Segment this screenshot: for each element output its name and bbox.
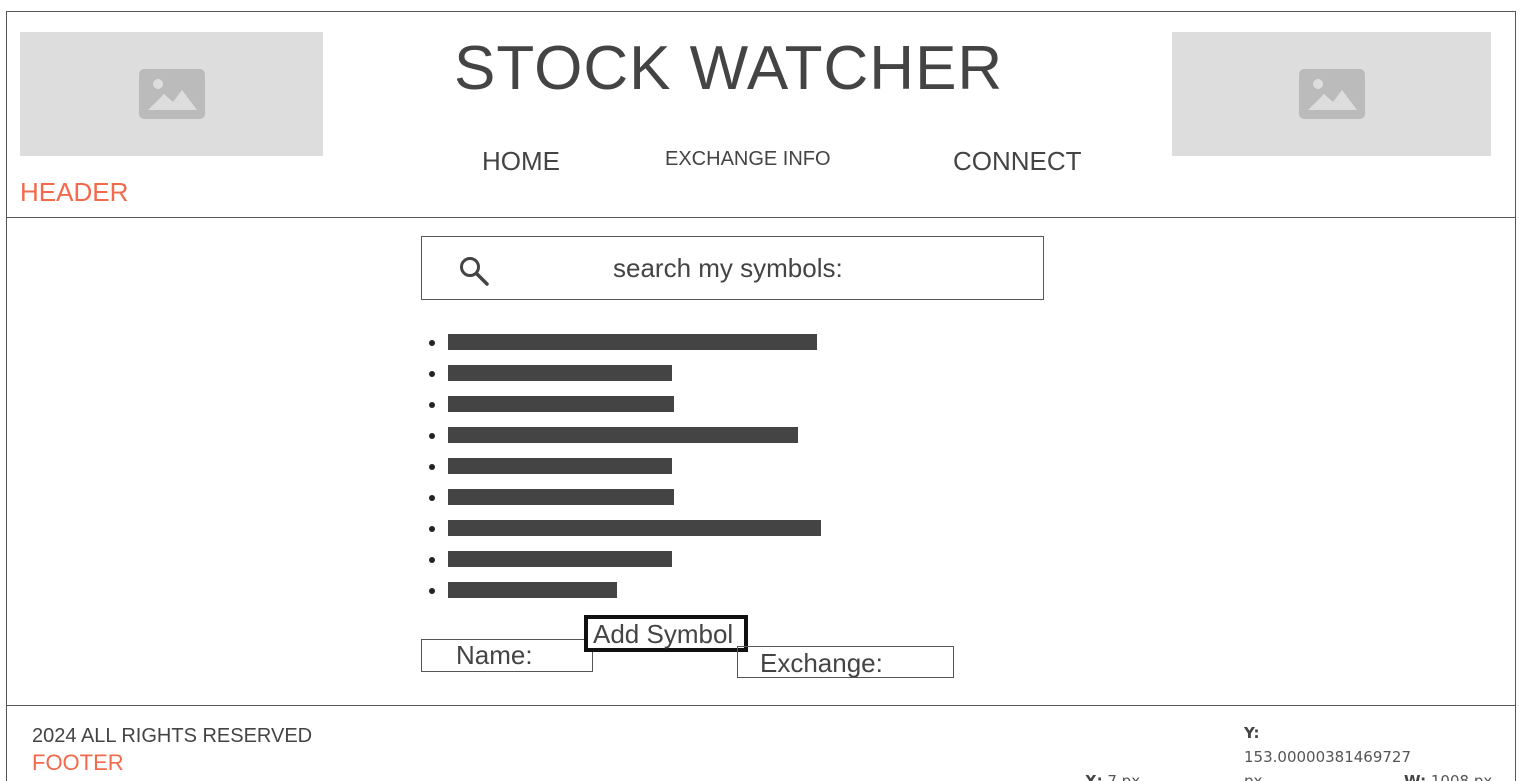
nav-home-link[interactable]: HOME xyxy=(482,146,560,177)
header-divider xyxy=(6,217,1516,218)
search-icon xyxy=(460,257,489,286)
text-placeholder-bar xyxy=(448,458,672,474)
w-readout: W: 1008 px xyxy=(1404,772,1493,781)
x-readout: X: 7 px xyxy=(1085,772,1141,781)
nav-exchange-info-link[interactable]: EXCHANGE INFO xyxy=(665,148,831,171)
bullet xyxy=(429,464,435,470)
bullet xyxy=(429,588,435,594)
add-symbol-button[interactable]: Add Symbol xyxy=(584,615,748,652)
page: STOCK WATCHER HOME EXCHANGE INFO CONNECT… xyxy=(0,0,1524,781)
footer-label: FOOTER xyxy=(32,750,124,775)
text-placeholder-bar xyxy=(448,396,674,412)
text-placeholder-bar xyxy=(448,334,817,350)
bullet xyxy=(429,371,435,377)
copyright-text: 2024 ALL RIGHTS RESERVED xyxy=(32,725,313,747)
text-placeholder-bar xyxy=(448,582,617,598)
search-input[interactable]: search my symbols: xyxy=(421,236,1044,300)
text-placeholder-bar xyxy=(448,520,821,536)
y-readout-value: 153.00000381469727 xyxy=(1244,748,1412,766)
image-icon xyxy=(1298,69,1365,119)
site-title: STOCK WATCHER xyxy=(454,34,1004,103)
name-field[interactable]: Name: xyxy=(421,639,593,672)
bullet xyxy=(429,495,435,501)
y-readout-label: Y: xyxy=(1244,724,1260,742)
search-placeholder: search my symbols: xyxy=(613,253,843,283)
y-readout-unit: px xyxy=(1244,772,1263,781)
bullet xyxy=(429,340,435,346)
bullet xyxy=(429,433,435,439)
left-image-placeholder xyxy=(20,32,323,156)
text-placeholder-bar xyxy=(448,551,672,567)
exchange-field-label: Exchange: xyxy=(760,648,883,678)
name-field-label: Name: xyxy=(456,640,533,670)
nav-connect-link[interactable]: CONNECT xyxy=(953,146,1082,177)
footer-divider xyxy=(6,705,1516,706)
header-label: HEADER xyxy=(20,177,129,207)
bullet xyxy=(429,557,435,563)
text-placeholder-bar xyxy=(448,365,672,381)
exchange-field[interactable]: Exchange: xyxy=(737,646,954,678)
right-image-placeholder xyxy=(1172,32,1491,156)
text-placeholder-bar xyxy=(448,489,674,505)
text-placeholder-bar xyxy=(448,427,798,443)
bullet xyxy=(429,526,435,532)
image-icon xyxy=(138,69,205,119)
bullet xyxy=(429,402,435,408)
